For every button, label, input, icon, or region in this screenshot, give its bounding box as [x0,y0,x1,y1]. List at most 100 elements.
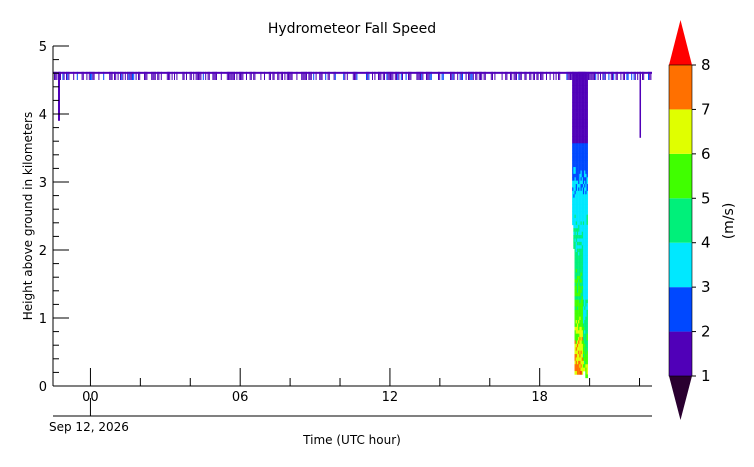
precip-cell [574,95,576,100]
precip-cell [581,173,584,178]
precip-cell [574,150,576,154]
precip-cell [578,109,580,113]
precip-cell [576,265,579,270]
precip-cell [586,78,588,83]
precip-cell [579,286,581,290]
precip-cell [574,207,576,212]
precip-cell [580,313,582,317]
x-axis-label: Time (UTC hour) [302,433,401,447]
precip-cell [586,194,588,198]
precip-cell [576,313,579,317]
precip-cell [578,313,580,317]
precip-cell [576,136,579,141]
precip-cell [572,201,574,205]
precip-cell [576,248,579,253]
precip-cell [586,170,588,175]
precip-cell [573,245,575,249]
precip-cell [586,122,588,127]
precip-cell [580,221,582,226]
precip-cell [582,190,585,195]
precip-cell [574,75,576,79]
precip-cell [573,92,575,96]
precip-cell [578,116,580,120]
precip-cell [578,306,580,311]
precip-cell [574,201,576,205]
precip-cell [574,102,576,107]
colorbar-tick-label: 3 [701,278,711,296]
precip-cell [579,272,581,277]
precip-cell [572,78,574,83]
precip-cell [576,357,579,362]
precip-cell [573,204,575,209]
precip-cell [579,360,581,365]
precip-cell [575,143,578,147]
precip-cell [572,211,574,215]
precip-cell [575,330,578,334]
precip-cell [573,201,575,205]
precip-cell [578,177,580,181]
precip-cell [580,207,582,212]
precip-cell [576,82,579,86]
precip-cell [580,136,582,141]
precip-cell [576,364,579,368]
precip-cell [580,163,582,168]
precip-cell [579,214,581,219]
precip-cell [581,102,584,107]
precip-cell [573,139,575,144]
precip-cell [585,354,587,358]
precip-cell [581,343,584,348]
precip-cell [578,75,580,79]
colorbar-segment [669,331,692,376]
precip-cell [586,136,588,141]
precip-cell [582,85,585,90]
precip-cell [578,197,580,202]
precip-cell [584,160,586,164]
precip-cell [581,146,584,151]
precip-cell [580,177,582,181]
precip-cell [574,224,576,229]
precip-cell [579,71,581,76]
precip-cell [582,194,585,198]
precip-cell [578,163,580,168]
colorbar-tick-label: 8 [701,56,711,74]
precip-cell [582,340,585,345]
precip-cell [574,194,576,198]
precip-cell [576,279,579,283]
precip-cell [585,146,587,151]
precip-cell [582,316,585,321]
precip-cell [579,177,581,181]
precip-cell [585,139,587,144]
precip-cell [582,211,585,215]
precip-cell [586,371,588,375]
precip-cell [585,367,587,372]
precip-cell [572,146,574,151]
precip-cell [576,241,579,246]
precip-cell [574,299,576,304]
precip-cell [581,265,584,270]
precip-cell [579,156,581,161]
precip-cell [573,99,575,103]
precip-cell [580,231,582,236]
precip-cell [586,316,588,321]
precip-cell [581,337,584,341]
colorbar-segment [669,198,692,243]
precip-cell [586,184,588,188]
precip-cell [582,292,585,297]
precip-cell [586,238,588,243]
precip-cell [584,313,586,317]
precip-cell [575,190,578,195]
precip-cell [580,160,582,164]
precip-cell [581,323,584,328]
precip-cell [584,105,586,110]
precip-cell [581,320,584,324]
precip-cell [581,95,584,100]
precip-cell [576,340,579,345]
precip-cell [578,330,580,334]
precip-cell [581,252,584,256]
precip-cell [576,367,579,372]
precip-cell [581,262,584,266]
precip-cell [579,323,581,328]
precip-cell [576,354,579,358]
precip-cell [575,364,578,368]
precip-cell [586,75,588,79]
